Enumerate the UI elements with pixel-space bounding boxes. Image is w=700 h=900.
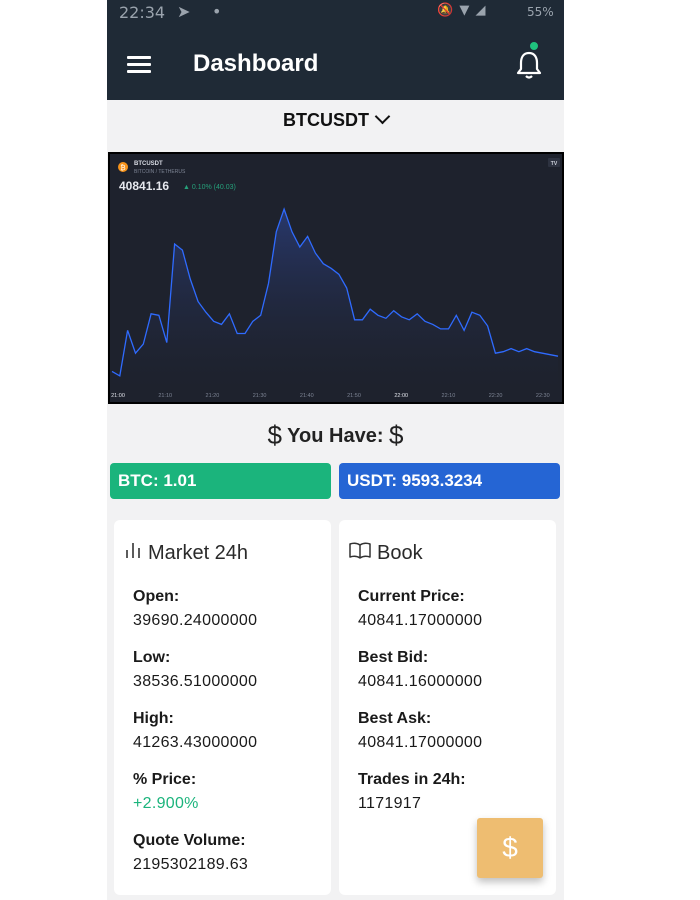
bar-chart-icon bbox=[126, 542, 140, 558]
symbol-selector[interactable]: BTCUSDT bbox=[107, 108, 564, 131]
telegram-icon: ➤ bbox=[177, 2, 191, 21]
symbol-label: BTCUSDT bbox=[283, 110, 369, 130]
x-tick-label: 21:50 bbox=[347, 393, 361, 399]
chart-last-price: 40841.16 bbox=[119, 179, 169, 193]
current-price-field: Current Price: 40841.17000000 bbox=[358, 588, 482, 630]
bell-icon[interactable] bbox=[514, 48, 544, 82]
market-24h-card: Market 24h Open: 39690.24000000 Low: 385… bbox=[114, 520, 331, 895]
x-tick-label: 21:00 bbox=[111, 393, 125, 399]
x-tick-label: 22:10 bbox=[442, 393, 456, 399]
price-change-label: % Price: bbox=[133, 771, 197, 788]
best-bid-value: 40841.16000000 bbox=[358, 673, 483, 690]
market-card-header: Market 24h bbox=[124, 542, 248, 565]
x-tick-label: 22:20 bbox=[489, 393, 503, 399]
bitcoin-icon-glyph: ₿ bbox=[120, 164, 125, 172]
best-ask-label: Best Ask: bbox=[358, 710, 432, 727]
market-card-title: Market 24h bbox=[148, 542, 249, 564]
open-field: Open: 39690.24000000 bbox=[133, 588, 257, 630]
price-chart[interactable]: 21:00 21:10 21:20 21:30 21:40 21:50 22:00 22:10… bbox=[108, 152, 564, 404]
x-tick-label: 21:40 bbox=[300, 393, 314, 399]
tradingview-logo-text: TV bbox=[551, 161, 558, 167]
quote-volume-field: Quote Volume: 2195302189.63 bbox=[133, 832, 248, 874]
open-label: Open: bbox=[133, 588, 180, 605]
trades-24h-value: 1171917 bbox=[358, 795, 422, 812]
dollar-icon: $ bbox=[389, 420, 404, 450]
notification-dot-icon: • bbox=[212, 2, 222, 21]
current-price-value: 40841.17000000 bbox=[358, 612, 483, 629]
quote-volume-value: 2195302189.63 bbox=[133, 856, 249, 873]
x-tick-label: 22:30 bbox=[536, 393, 550, 399]
high-label: High: bbox=[133, 710, 174, 727]
high-field: High: 41263.43000000 bbox=[133, 710, 257, 752]
x-tick-label: 22:00 bbox=[394, 393, 408, 399]
low-value: 38536.51000000 bbox=[133, 673, 258, 690]
price-change-field: % Price: +2.900% bbox=[133, 771, 199, 813]
best-bid-field: Best Bid: 40841.16000000 bbox=[358, 649, 482, 691]
you-have-heading: $ You Have: $ bbox=[107, 418, 564, 450]
best-ask-field: Best Ask: 40841.17000000 bbox=[358, 710, 482, 752]
low-label: Low: bbox=[133, 649, 171, 666]
high-value: 41263.43000000 bbox=[133, 734, 258, 751]
trades-24h-field: Trades in 24h: 1171917 bbox=[358, 771, 466, 813]
usdt-balance: USDT: 9593.3234 bbox=[339, 463, 560, 499]
you-have-label: You Have: bbox=[287, 425, 384, 447]
quote-volume-label: Quote Volume: bbox=[133, 832, 246, 849]
book-card-header: Book bbox=[349, 542, 423, 565]
chart-pair-name: BITCOIN / TETHERUS bbox=[134, 169, 186, 175]
low-field: Low: 38536.51000000 bbox=[133, 649, 257, 691]
current-price-label: Current Price: bbox=[358, 588, 465, 605]
x-tick-label: 21:30 bbox=[253, 393, 267, 399]
notification-badge bbox=[529, 41, 539, 51]
btc-balance: BTC: 1.01 bbox=[110, 463, 331, 499]
open-value: 39690.24000000 bbox=[133, 612, 258, 629]
trade-button[interactable]: $ bbox=[477, 818, 543, 878]
status-time: 22:34 bbox=[119, 3, 166, 22]
x-tick-label: 21:10 bbox=[158, 393, 172, 399]
chart-symbol: BTCUSDT bbox=[134, 161, 163, 167]
app-screen: 22:34 ➤ • 🔕 ▼ ◢ 55% Dashboard BTCUSDT 21… bbox=[107, 0, 564, 900]
best-bid-label: Best Bid: bbox=[358, 649, 429, 666]
book-icon bbox=[349, 542, 371, 559]
x-tick-label: 21:20 bbox=[206, 393, 220, 399]
menu-icon[interactable] bbox=[127, 56, 151, 74]
chevron-down-icon bbox=[374, 108, 391, 125]
status-icons: 🔕 ▼ ◢ bbox=[437, 3, 487, 18]
page-title: Dashboard bbox=[193, 50, 319, 77]
dollar-icon: $ bbox=[267, 420, 282, 450]
price-chart-svg: 21:00 21:10 21:20 21:30 21:40 21:50 22:00 22:10… bbox=[110, 154, 562, 402]
app-header: Dashboard bbox=[107, 26, 564, 100]
price-change-value: +2.900% bbox=[133, 795, 199, 812]
trades-24h-label: Trades in 24h: bbox=[358, 771, 466, 788]
status-bar: 22:34 ➤ • 🔕 ▼ ◢ 55% bbox=[107, 0, 564, 26]
best-ask-value: 40841.17000000 bbox=[358, 734, 483, 751]
chart-change: ▲ 0.10% (40.03) bbox=[183, 184, 236, 191]
book-card-title: Book bbox=[377, 542, 423, 564]
battery-level: 55% bbox=[527, 5, 554, 19]
